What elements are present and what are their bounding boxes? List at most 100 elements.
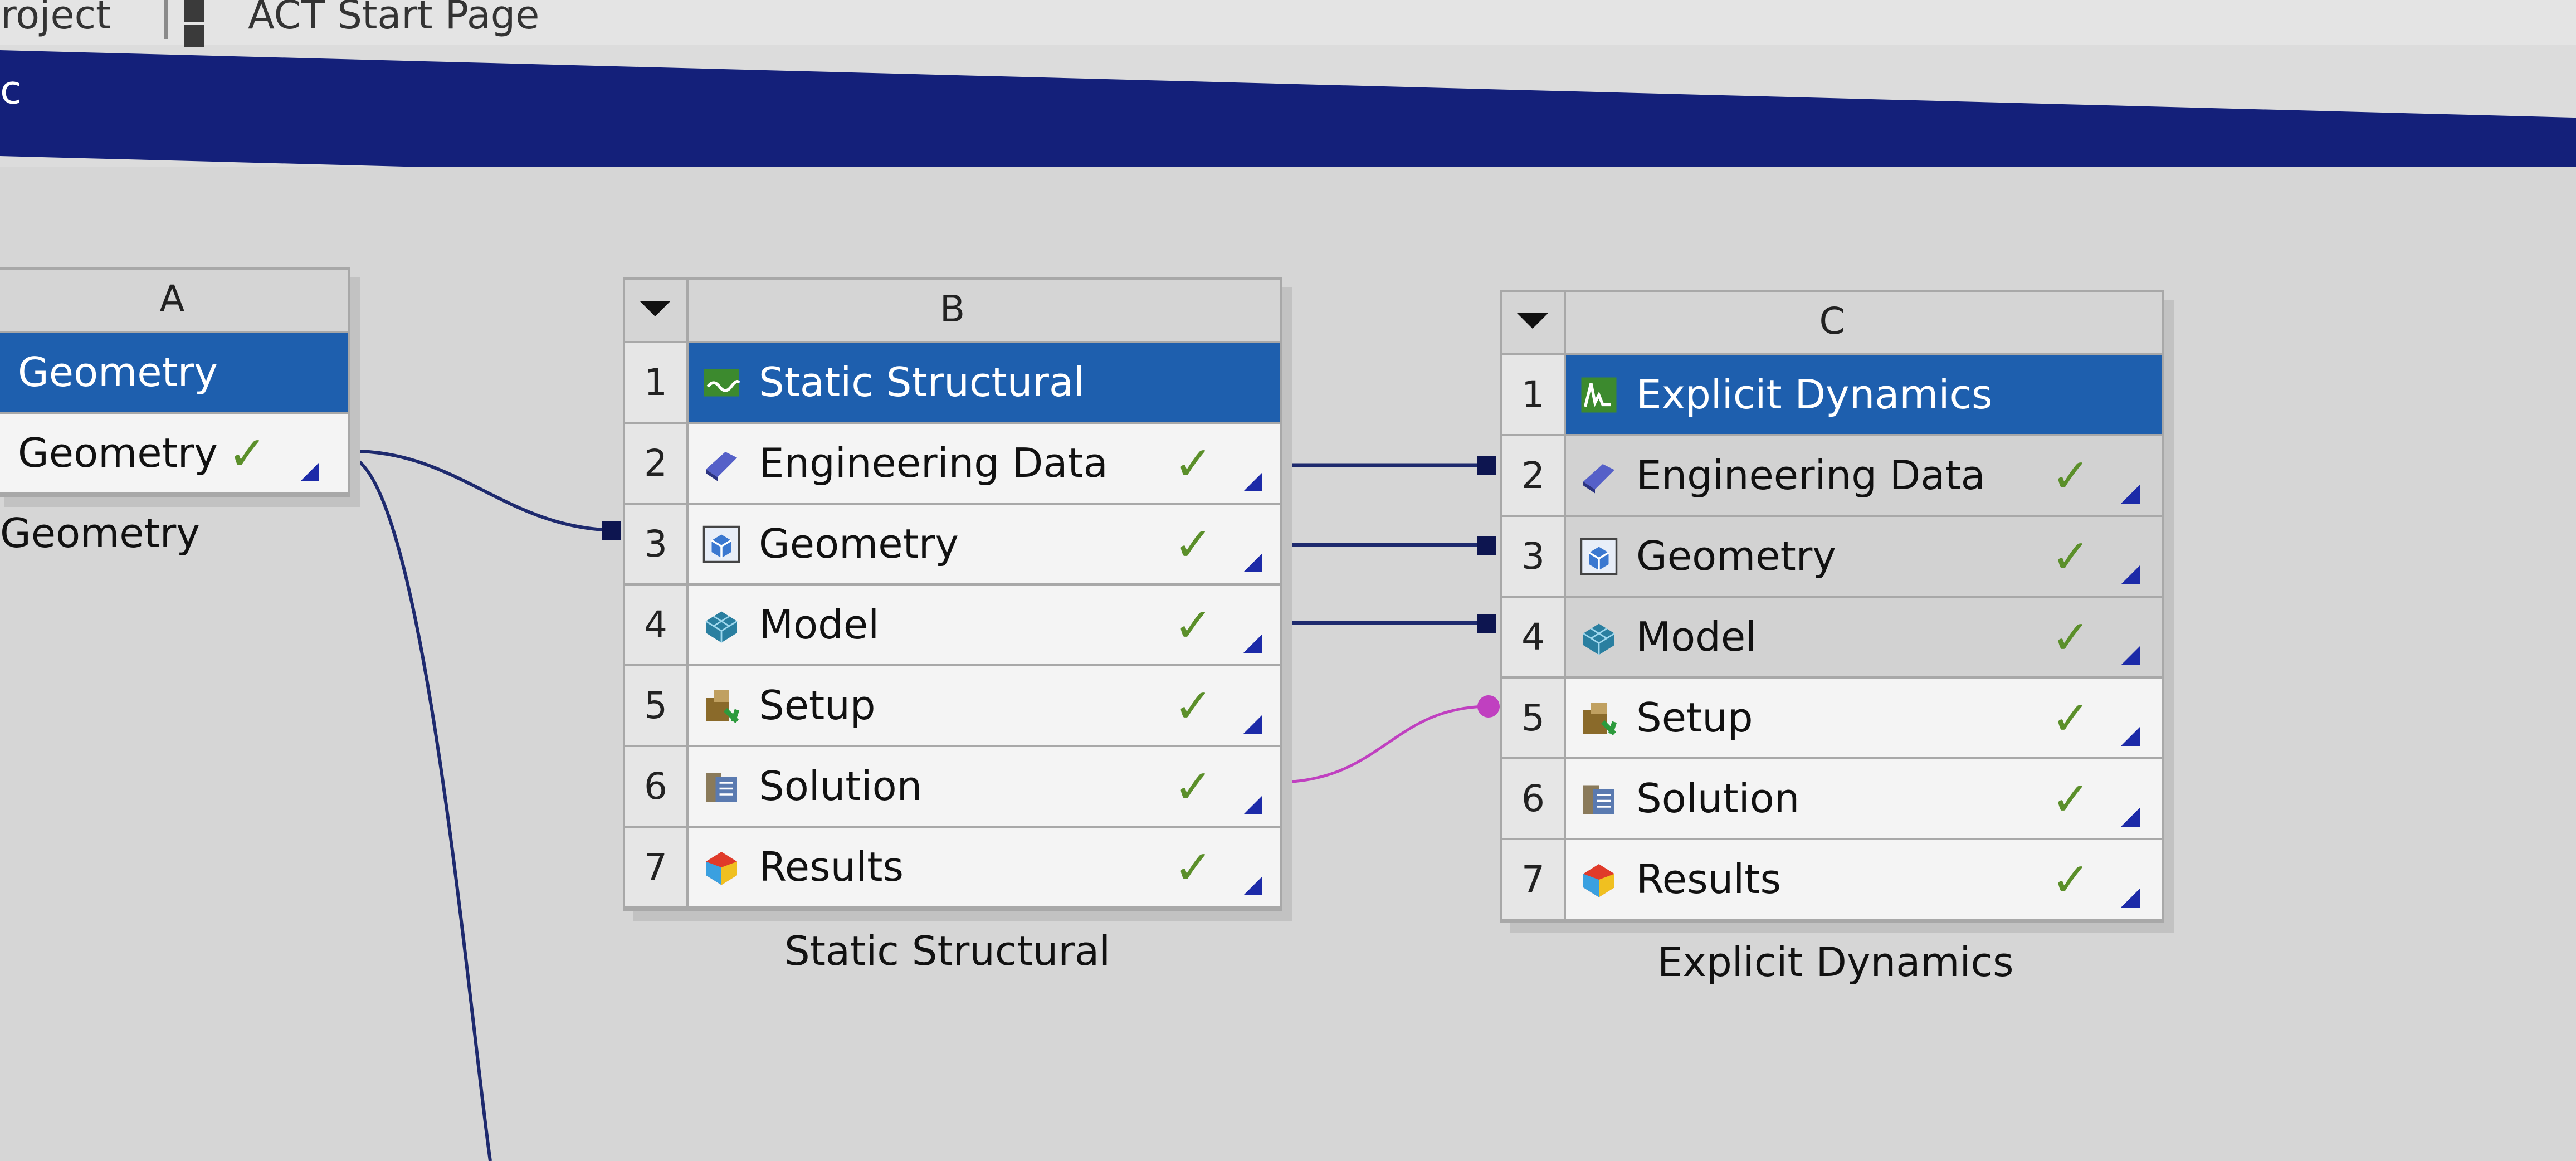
cell-link-triangle-icon[interactable]: [2121, 808, 2140, 827]
up-to-date-check-icon: ✓: [1174, 679, 1213, 733]
project-schematic[interactable]: A Geometry Geometry ✓ Geometry B 1 Static…: [0, 167, 2576, 1161]
system-c-header: C: [1502, 292, 2162, 355]
system-b-rows: 1 Static Structural 2 Engineering Data ✓ 3 Geo…: [625, 343, 1280, 909]
up-to-date-check-icon: ✓: [1174, 759, 1213, 814]
model-icon: [1579, 618, 1618, 657]
link-endpoint-c5: [1477, 695, 1500, 718]
link-a-geometry-to-b-geometry[interactable]: [339, 449, 618, 532]
system-c-caption[interactable]: Explicit Dynamics: [1657, 939, 2014, 986]
cell-row-engineering-data[interactable]: 2 Engineering Data ✓: [625, 424, 1280, 505]
cell-link-triangle-icon[interactable]: [1243, 715, 1262, 734]
tab-act-start-page[interactable]: ACT Start Page: [248, 0, 539, 38]
cell-label: Geometry: [18, 430, 218, 476]
cell-link-triangle-icon[interactable]: [1243, 634, 1262, 653]
cell-row-results[interactable]: 7 Results ✓: [1502, 840, 2162, 921]
up-to-date-check-icon: ✓: [1174, 517, 1213, 572]
system-a-caption[interactable]: Geometry: [0, 510, 200, 557]
cell-link-triangle-icon[interactable]: [2121, 646, 2140, 665]
solution-icon: [1579, 779, 1618, 818]
static-structural-icon: [702, 363, 741, 402]
cell-link-triangle-icon[interactable]: [2121, 485, 2140, 504]
cell-link-triangle-icon[interactable]: [2121, 565, 2140, 584]
cell-link-triangle-icon[interactable]: [2121, 727, 2140, 746]
cell-row-geometry[interactable]: 3 Geometry ✓: [1502, 517, 2162, 598]
cell-row-results[interactable]: 7 Results ✓: [625, 828, 1280, 909]
act-grid-icon: [184, 0, 231, 47]
row-number: 2: [625, 424, 689, 503]
row-number: 3: [1502, 517, 1566, 596]
cell-row-solution[interactable]: 6 Solution ✓: [1502, 759, 2162, 840]
column-letter: A: [159, 277, 185, 320]
link-a-geometry-downstream[interactable]: [350, 455, 492, 1161]
system-c[interactable]: C 1 Explicit Dynamics 2 Engineering Data ✓ 3 G…: [1500, 290, 2164, 923]
model-icon: [702, 606, 741, 645]
up-to-date-check-icon: ✓: [1174, 840, 1213, 895]
cell-link-triangle-icon[interactable]: [2121, 889, 2140, 908]
cell-label: Engineering Data: [1636, 452, 1985, 499]
cell-row-explicit-dynamics[interactable]: 1 Explicit Dynamics: [1502, 355, 2162, 436]
engineering-data-icon: [1579, 456, 1618, 495]
cell-label: Engineering Data: [759, 440, 1108, 486]
row-number: 1: [1502, 355, 1566, 434]
cell-link-triangle-icon[interactable]: [1243, 876, 1262, 895]
system-c-rows: 1 Explicit Dynamics 2 Engineering Data ✓ 3 Geo…: [1502, 355, 2162, 921]
cell-link-triangle-icon[interactable]: [1243, 472, 1262, 491]
up-to-date-check-icon: ✓: [2051, 610, 2091, 665]
system-a[interactable]: A Geometry Geometry ✓: [0, 267, 350, 497]
up-to-date-check-icon: ✓: [1174, 598, 1213, 652]
up-to-date-check-icon: ✓: [2051, 772, 2091, 826]
cell-row-setup[interactable]: 5 Setup ✓: [625, 666, 1280, 747]
geometry-system-icon: [0, 353, 2, 392]
link-endpoint-b3: [602, 521, 621, 540]
cell-label: Geometry: [18, 349, 218, 396]
tab-project[interactable]: Project: [0, 0, 111, 38]
system-a-geometry-row[interactable]: Geometry ✓: [0, 414, 348, 495]
up-to-date-check-icon: ✓: [2051, 852, 2091, 907]
cell-label: Solution: [759, 763, 923, 809]
up-to-date-check-icon: ✓: [228, 426, 267, 481]
up-to-date-check-icon: ✓: [1174, 436, 1213, 491]
cell-row-static-structural[interactable]: 1 Static Structural: [625, 343, 1280, 424]
system-b[interactable]: B 1 Static Structural 2 Engineering Data ✓ 3 G…: [623, 277, 1282, 911]
tab-separator: [164, 0, 168, 39]
row-number: 5: [1502, 679, 1566, 757]
results-icon: [1579, 860, 1618, 899]
cell-row-engineering-data[interactable]: 2 Engineering Data ✓: [1502, 436, 2162, 517]
row-number: 5: [625, 666, 689, 745]
cell-link-triangle-icon[interactable]: [1243, 553, 1262, 572]
cell-link-triangle-icon[interactable]: [1243, 796, 1262, 814]
system-b-caption[interactable]: Static Structural: [784, 928, 1110, 974]
title-bar-text: c: [0, 67, 22, 114]
link-endpoint-c3: [1477, 536, 1496, 555]
setup-icon: [702, 686, 741, 725]
row-number: 7: [625, 828, 689, 906]
cell-label: Explicit Dynamics: [1636, 371, 1993, 418]
column-letter: B: [939, 287, 965, 330]
link-endpoint-c2: [1477, 456, 1496, 475]
cell-row-geometry[interactable]: 3 Geometry ✓: [625, 505, 1280, 586]
row-number: 4: [625, 586, 689, 664]
cell-label: Model: [1636, 613, 1757, 660]
geometry-icon: [702, 525, 741, 564]
up-to-date-check-icon: ✓: [2051, 529, 2091, 584]
cell-label: Geometry: [1636, 533, 1837, 579]
cell-label: Static Structural: [759, 359, 1085, 406]
link-b-solution-to-c-setup[interactable]: [1281, 705, 1488, 784]
cell-label: Model: [759, 601, 880, 648]
row-number: 6: [1502, 759, 1566, 838]
cell-label: Setup: [1636, 694, 1753, 741]
cell-link-triangle-icon[interactable]: [300, 462, 319, 481]
system-a-title-row[interactable]: Geometry: [0, 333, 348, 414]
cell-label: Solution: [1636, 775, 1800, 822]
results-icon: [702, 848, 741, 887]
cell-row-model[interactable]: 4 Model ✓: [625, 586, 1280, 666]
cell-row-setup[interactable]: 5 Setup ✓: [1502, 679, 2162, 759]
cell-label: Setup: [759, 682, 876, 729]
cell-row-model[interactable]: 4 Model ✓: [1502, 598, 2162, 679]
geometry-icon: [1579, 537, 1618, 576]
cell-row-solution[interactable]: 6 Solution ✓: [625, 747, 1280, 828]
system-b-header: B: [625, 280, 1280, 343]
row-number: 2: [1502, 436, 1566, 515]
row-number: 3: [625, 505, 689, 583]
row-number: 4: [1502, 598, 1566, 676]
